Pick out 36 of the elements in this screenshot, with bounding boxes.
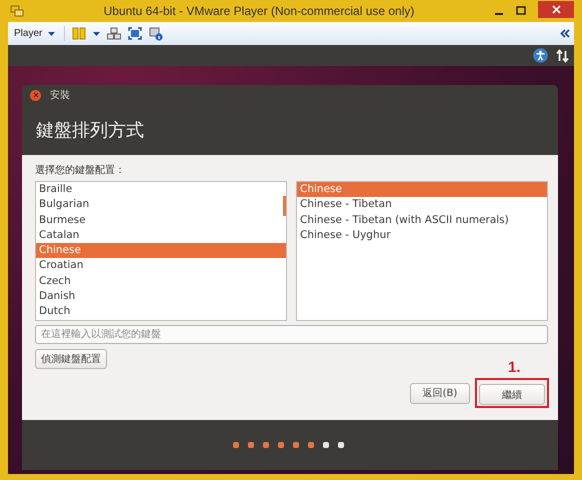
fullscreen-icon[interactable] xyxy=(128,27,142,40)
list-item[interactable]: Chinese - Uyghur xyxy=(297,228,547,244)
close-button[interactable] xyxy=(30,90,41,100)
detect-button[interactable]: 偵測鍵盤配置 xyxy=(35,348,107,368)
page-heading: 鍵盤排列方式 xyxy=(36,119,144,142)
prompt-label: 選擇您的鍵盤配置： xyxy=(35,165,126,177)
arrows-icon[interactable] xyxy=(556,48,569,62)
pause-icon[interactable] xyxy=(72,27,86,40)
dialog-title: 安裝 xyxy=(50,88,70,102)
player-menu-button[interactable]: Player xyxy=(12,28,58,39)
vm-info-icon[interactable] xyxy=(149,26,164,40)
list-item[interactable]: Bulgarian xyxy=(36,197,286,213)
maximize-icon[interactable] xyxy=(516,6,526,16)
caret-icon[interactable] xyxy=(48,32,56,36)
close-icon[interactable] xyxy=(32,92,38,98)
list-item[interactable]: Danish xyxy=(36,289,286,304)
back-button[interactable]: 返回(B) xyxy=(410,382,470,404)
window-title: Ubuntu 64-bit - VMware Player (Non-commercial use only) xyxy=(102,4,416,18)
list-item[interactable]: Czech xyxy=(36,274,286,290)
continue-button[interactable]: 繼續 xyxy=(479,384,545,405)
scrollbar-thumb[interactable] xyxy=(283,196,286,216)
double-chevron-icon[interactable] xyxy=(560,29,570,38)
test-input-field[interactable]: 在這裡輸入以測試您的鍵盤 xyxy=(35,325,548,344)
caret-icon[interactable] xyxy=(93,32,100,36)
network-icon[interactable] xyxy=(107,27,122,40)
step-number: 1. xyxy=(508,358,521,376)
close-button[interactable] xyxy=(538,0,574,18)
accessibility-icon[interactable] xyxy=(533,48,548,63)
list-item[interactable]: Catalan xyxy=(36,228,286,244)
list-item[interactable]: Burmese xyxy=(36,212,286,228)
list-item[interactable]: Chinese - Tibetan xyxy=(297,197,547,213)
list-item[interactable]: Chinese - Tibetan (with ASCII numerals) xyxy=(297,212,547,228)
list-item[interactable]: Dutch xyxy=(36,304,286,320)
list-item[interactable]: Croatian xyxy=(36,258,286,274)
app-icon xyxy=(10,5,24,17)
list-item[interactable]: Braille xyxy=(36,182,286,198)
